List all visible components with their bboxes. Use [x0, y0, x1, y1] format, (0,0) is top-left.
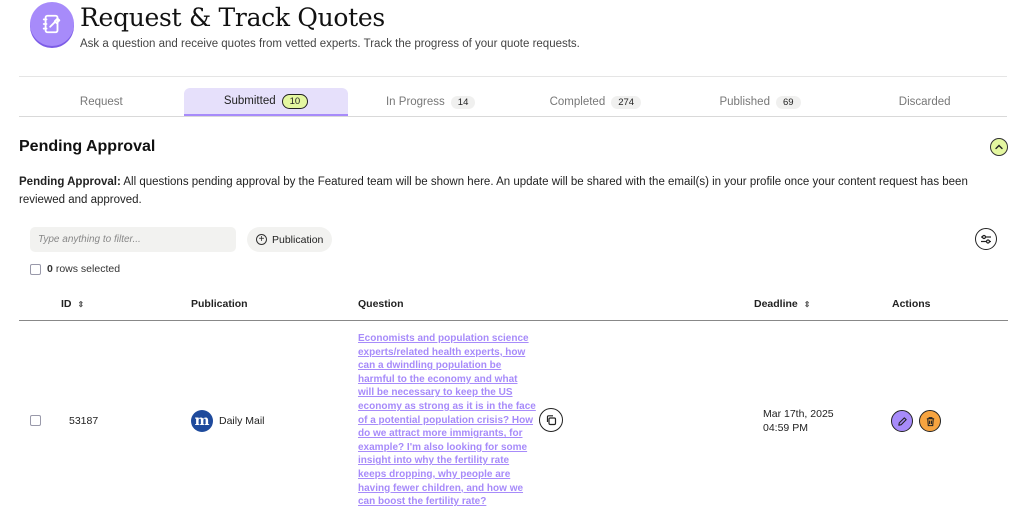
question-link[interactable]: Economists and population science expert… — [358, 332, 536, 509]
tab-published[interactable]: Published 69 — [678, 88, 843, 116]
tab-label: Submitted — [223, 95, 276, 107]
tab-in-progress[interactable]: In Progress 14 — [348, 88, 513, 116]
tab-label: Published — [719, 96, 770, 108]
column-header-label: Deadline — [754, 298, 798, 310]
publication-filter-label: Publication — [272, 233, 324, 246]
info-label: Pending Approval: — [19, 176, 121, 188]
sliders-icon — [981, 234, 991, 244]
rows-selected-count: 0 — [47, 263, 53, 275]
trash-icon — [926, 416, 934, 426]
column-header-label: Actions — [892, 298, 931, 310]
publication-filter-button[interactable]: + Publication — [247, 227, 333, 252]
column-header-id[interactable]: ID ⇕ — [61, 298, 84, 310]
sort-icon: ⇕ — [803, 299, 811, 309]
row-deadline: Mar 17th, 2025 04:59 PM — [763, 407, 834, 435]
column-header-question: Question — [358, 298, 404, 310]
plus-circle-icon: + — [256, 234, 267, 245]
copy-button[interactable] — [539, 408, 563, 432]
column-header-actions: Actions — [892, 298, 931, 310]
tab-label: Completed — [549, 96, 606, 108]
pencil-icon — [897, 416, 907, 426]
tab-submitted[interactable]: Submitted 10 — [183, 88, 349, 116]
column-header-label: Question — [358, 298, 404, 310]
tab-request[interactable]: Request — [19, 88, 184, 116]
sort-icon: ⇕ — [77, 299, 85, 309]
page-header: Request & Track Quotes Ask a question an… — [30, 2, 580, 50]
rows-selected: 0 rows selected — [30, 263, 120, 275]
divider — [19, 76, 1007, 77]
row-checkbox[interactable] — [30, 415, 41, 426]
section-title: Pending Approval — [19, 138, 156, 155]
filter-input[interactable] — [30, 227, 236, 252]
column-header-publication: Publication — [191, 298, 248, 310]
tab-label: Request — [79, 96, 123, 108]
notebook-pen-icon — [30, 2, 74, 46]
delete-button[interactable] — [919, 410, 941, 432]
tab-discarded[interactable]: Discarded — [842, 88, 1007, 116]
select-all-checkbox[interactable] — [30, 263, 41, 275]
deadline-time: 04:59 PM — [763, 422, 808, 434]
edit-button[interactable] — [891, 410, 913, 432]
row-id: 53187 — [69, 415, 99, 427]
tab-label: Discarded — [898, 96, 951, 108]
tab-label: In Progress — [385, 96, 445, 108]
chevron-up-icon — [995, 144, 1003, 150]
tab-completed[interactable]: Completed 274 — [513, 88, 678, 116]
collapse-button[interactable] — [990, 138, 1008, 156]
count-badge: 10 — [281, 93, 309, 109]
page-subtitle: Ask a question and receive quotes from v… — [80, 38, 580, 50]
count-badge: 69 — [775, 95, 801, 109]
status-tabs: Request Submitted 10 In Progress 14 Comp… — [19, 88, 1007, 117]
count-badge: 274 — [611, 95, 642, 109]
column-header-label: Publication — [191, 298, 248, 310]
rows-selected-label: rows selected — [55, 263, 121, 275]
row-publication: Daily Mail — [219, 415, 265, 427]
info-description: All questions pending approval by the Fe… — [19, 176, 968, 206]
table-divider — [19, 320, 1008, 321]
column-header-label: ID — [61, 298, 72, 310]
page-title: Request & Track Quotes — [80, 3, 385, 32]
count-badge: 14 — [450, 95, 476, 109]
view-settings-button[interactable] — [975, 228, 997, 250]
deadline-date: Mar 17th, 2025 — [763, 408, 834, 420]
daily-mail-logo-icon: m — [191, 410, 213, 432]
copy-icon — [546, 415, 557, 426]
info-text: Pending Approval: All questions pending … — [19, 173, 1004, 209]
column-header-deadline[interactable]: Deadline ⇕ — [754, 298, 810, 310]
